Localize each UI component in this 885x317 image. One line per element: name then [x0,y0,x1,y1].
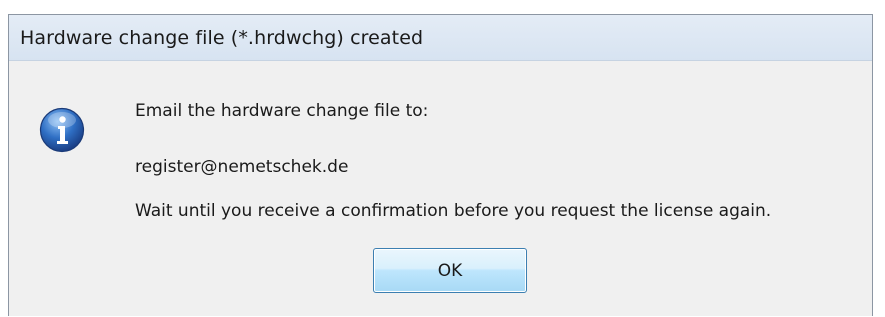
ok-button[interactable]: OK [373,248,527,293]
info-icon [39,107,85,153]
dialog-title-bar[interactable]: Hardware change file (*.hrdwchg) created [9,15,872,61]
dialog-content: Email the hardware change file to: regis… [9,61,872,317]
email-address: register@nemetschek.de [135,157,349,177]
message-line-3: Wait until you receive a confirmation be… [135,201,772,221]
message-dialog: Hardware change file (*.hrdwchg) created… [8,14,873,316]
dialog-title: Hardware change file (*.hrdwchg) created [20,26,424,49]
message-line-1: Email the hardware change file to: [135,101,429,121]
